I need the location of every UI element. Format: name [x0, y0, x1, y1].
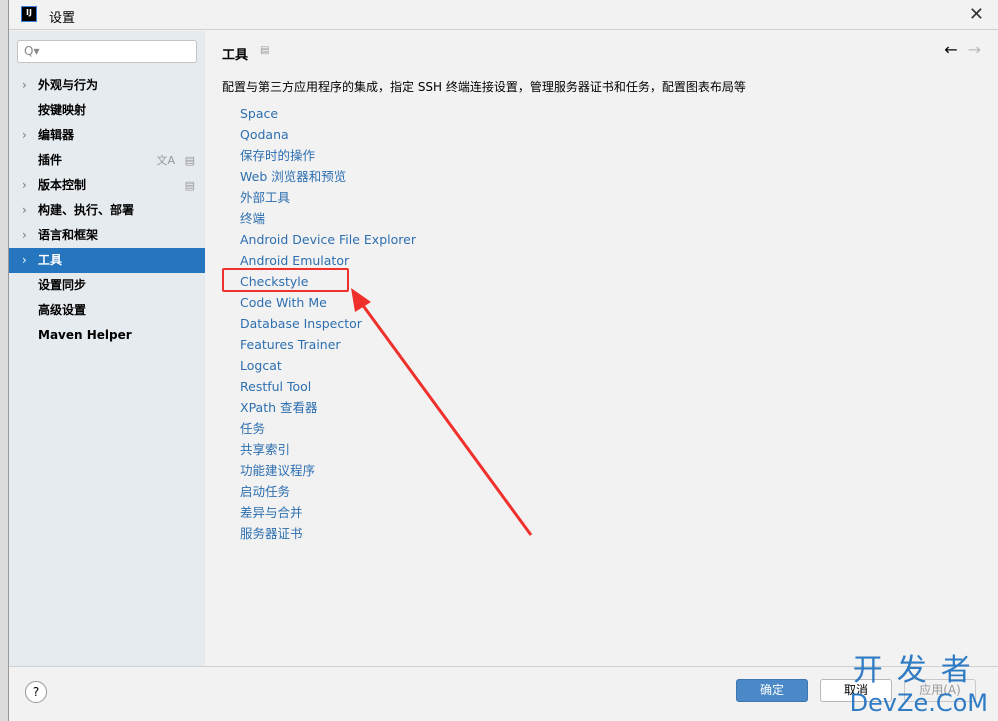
watermark-logo: 开发者 DevZe.CoM [849, 653, 988, 717]
help-button[interactable]: ? [25, 681, 47, 703]
ok-button[interactable]: 确定 [736, 679, 808, 702]
settings-dialog: IJ 设置 ✕ Q▾ › 外观与行为 按键映射 › 编辑器 插件 文A ▤ › 版本控制 ▤ › 构建、… [8, 0, 998, 721]
annotation-arrow [351, 288, 533, 536]
